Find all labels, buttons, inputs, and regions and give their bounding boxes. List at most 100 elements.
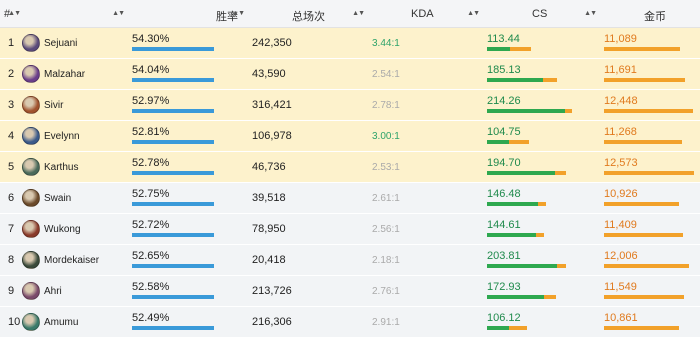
- champion-cell[interactable]: Swain: [22, 182, 130, 214]
- table-row[interactable]: 10 Amumu 52.49% 216,306 2.91:1 106.12 10…: [0, 306, 700, 338]
- sort-icon[interactable]: ▲▼: [112, 10, 125, 17]
- winrate-cell: 54.30%: [130, 27, 250, 59]
- gold-cell: 12,573: [602, 151, 700, 183]
- gold-bar: [604, 295, 696, 299]
- champion-cell[interactable]: Sejuani: [22, 27, 130, 59]
- header-champion[interactable]: ▲▼: [22, 0, 130, 28]
- rank-cell: 4: [0, 120, 22, 152]
- header-gold[interactable]: 金币: [602, 0, 700, 28]
- gold-bar-fill: [604, 233, 684, 237]
- champion-stats-table: # ▲▼ ▲▼ 胜率 ▲▼ 总场次 ▲▼ KDA ▲▼ CS ▲▼ 金币 1 S…: [0, 0, 700, 338]
- champion-avatar[interactable]: [22, 34, 40, 52]
- games-cell: 20,418: [250, 244, 370, 276]
- table-row[interactable]: 9 Ahri 52.58% 213,726 2.76:1 172.93 11,5…: [0, 275, 700, 307]
- champion-name[interactable]: Mordekaiser: [44, 255, 99, 266]
- champion-avatar[interactable]: [22, 65, 40, 83]
- champion-name[interactable]: Swain: [44, 193, 71, 204]
- champion-avatar[interactable]: [22, 127, 40, 145]
- winrate-value: 52.78%: [132, 157, 170, 169]
- champion-cell[interactable]: Evelynn: [22, 120, 130, 152]
- cs-bar-green: [487, 140, 509, 144]
- games-value: 43,590: [252, 68, 286, 80]
- cs-bar-orange: [543, 295, 557, 299]
- champion-cell[interactable]: Sivir: [22, 89, 130, 121]
- champion-cell[interactable]: Amumu: [22, 306, 130, 338]
- champion-avatar[interactable]: [22, 282, 40, 300]
- champion-name[interactable]: Wukong: [44, 224, 81, 235]
- header-winrate[interactable]: 胜率 ▲▼: [130, 0, 250, 28]
- cs-cell: 106.12: [485, 306, 602, 338]
- champion-avatar[interactable]: [22, 158, 40, 176]
- sort-icon[interactable]: ▲▼: [232, 10, 245, 17]
- header-gold-label: 金币: [644, 11, 666, 23]
- winrate-bar-fill: [132, 202, 214, 206]
- sort-icon[interactable]: ▲▼: [8, 10, 21, 17]
- winrate-bar: [132, 47, 222, 51]
- games-cell: 216,306: [250, 306, 370, 338]
- champion-avatar[interactable]: [22, 251, 40, 269]
- cs-cell: 194.70: [485, 151, 602, 183]
- winrate-bar-fill: [132, 326, 214, 330]
- sort-icon[interactable]: ▲▼: [584, 10, 597, 17]
- champion-cell[interactable]: Malzahar: [22, 58, 130, 90]
- kda-cell: 2.53:1: [370, 151, 485, 183]
- table-row[interactable]: 5 Karthus 52.78% 46,736 2.53:1 194.70 12…: [0, 151, 700, 183]
- champion-name[interactable]: Sejuani: [44, 38, 77, 49]
- kda-cell: 2.54:1: [370, 58, 485, 90]
- table-row[interactable]: 6 Swain 52.75% 39,518 2.61:1 146.48 10,9…: [0, 182, 700, 214]
- champion-name[interactable]: Evelynn: [44, 131, 80, 142]
- gold-value: 11,089: [604, 33, 637, 45]
- winrate-value: 52.75%: [132, 188, 170, 200]
- cs-cell: 104.75: [485, 120, 602, 152]
- header-rank[interactable]: # ▲▼: [0, 0, 22, 28]
- champion-name[interactable]: Karthus: [44, 162, 78, 173]
- champion-avatar[interactable]: [22, 189, 40, 207]
- table-row[interactable]: 2 Malzahar 54.04% 43,590 2.54:1 185.13 1…: [0, 58, 700, 90]
- winrate-bar: [132, 171, 222, 175]
- champion-cell[interactable]: Wukong: [22, 213, 130, 245]
- sort-icon[interactable]: ▲▼: [352, 10, 365, 17]
- header-cs[interactable]: CS ▲▼: [485, 0, 602, 28]
- sort-icon[interactable]: ▲▼: [467, 10, 480, 17]
- kda-value: 2.18:1: [372, 254, 400, 266]
- winrate-cell: 52.72%: [130, 213, 250, 245]
- kda-value: 2.56:1: [372, 223, 400, 235]
- games-cell: 242,350: [250, 27, 370, 59]
- rank-cell: 9: [0, 275, 22, 307]
- champion-name[interactable]: Amumu: [44, 317, 78, 328]
- header-games[interactable]: 总场次 ▲▼: [250, 0, 370, 28]
- winrate-bar-fill: [132, 264, 214, 268]
- winrate-bar-fill: [132, 171, 214, 175]
- kda-value: 3.00:1: [372, 130, 400, 142]
- gold-bar: [604, 264, 696, 268]
- header-kda[interactable]: KDA ▲▼: [370, 0, 485, 28]
- champion-avatar[interactable]: [22, 313, 40, 331]
- table-row[interactable]: 8 Mordekaiser 52.65% 20,418 2.18:1 203.8…: [0, 244, 700, 276]
- games-cell: 78,950: [250, 213, 370, 245]
- table-row[interactable]: 4 Evelynn 52.81% 106,978 3.00:1 104.75 1…: [0, 120, 700, 152]
- games-cell: 46,736: [250, 151, 370, 183]
- gold-value: 12,573: [604, 157, 638, 169]
- champion-cell[interactable]: Karthus: [22, 151, 130, 183]
- winrate-bar: [132, 326, 222, 330]
- table-row[interactable]: 3 Sivir 52.97% 316,421 2.78:1 214.26 12,…: [0, 89, 700, 121]
- champion-avatar[interactable]: [22, 96, 40, 114]
- champion-avatar[interactable]: [22, 220, 40, 238]
- games-value: 216,306: [252, 316, 292, 328]
- cs-bar: [487, 202, 577, 206]
- table-row[interactable]: 1 Sejuani 54.30% 242,350 3.44:1 113.44 1…: [0, 27, 700, 59]
- kda-value: 3.44:1: [372, 37, 400, 49]
- rank-cell: 3: [0, 89, 22, 121]
- gold-bar-fill: [604, 109, 694, 113]
- champion-name[interactable]: Malzahar: [44, 69, 85, 80]
- rank-cell: 1: [0, 27, 22, 59]
- cs-value: 113.44: [487, 33, 520, 45]
- champion-cell[interactable]: Mordekaiser: [22, 244, 130, 276]
- table-row[interactable]: 7 Wukong 52.72% 78,950 2.56:1 144.61 11,…: [0, 213, 700, 245]
- champion-cell[interactable]: Ahri: [22, 275, 130, 307]
- gold-bar-fill: [604, 202, 680, 206]
- champion-name[interactable]: Sivir: [44, 100, 63, 111]
- cs-cell: 214.26: [485, 89, 602, 121]
- champion-name[interactable]: Ahri: [44, 286, 62, 297]
- winrate-bar: [132, 233, 222, 237]
